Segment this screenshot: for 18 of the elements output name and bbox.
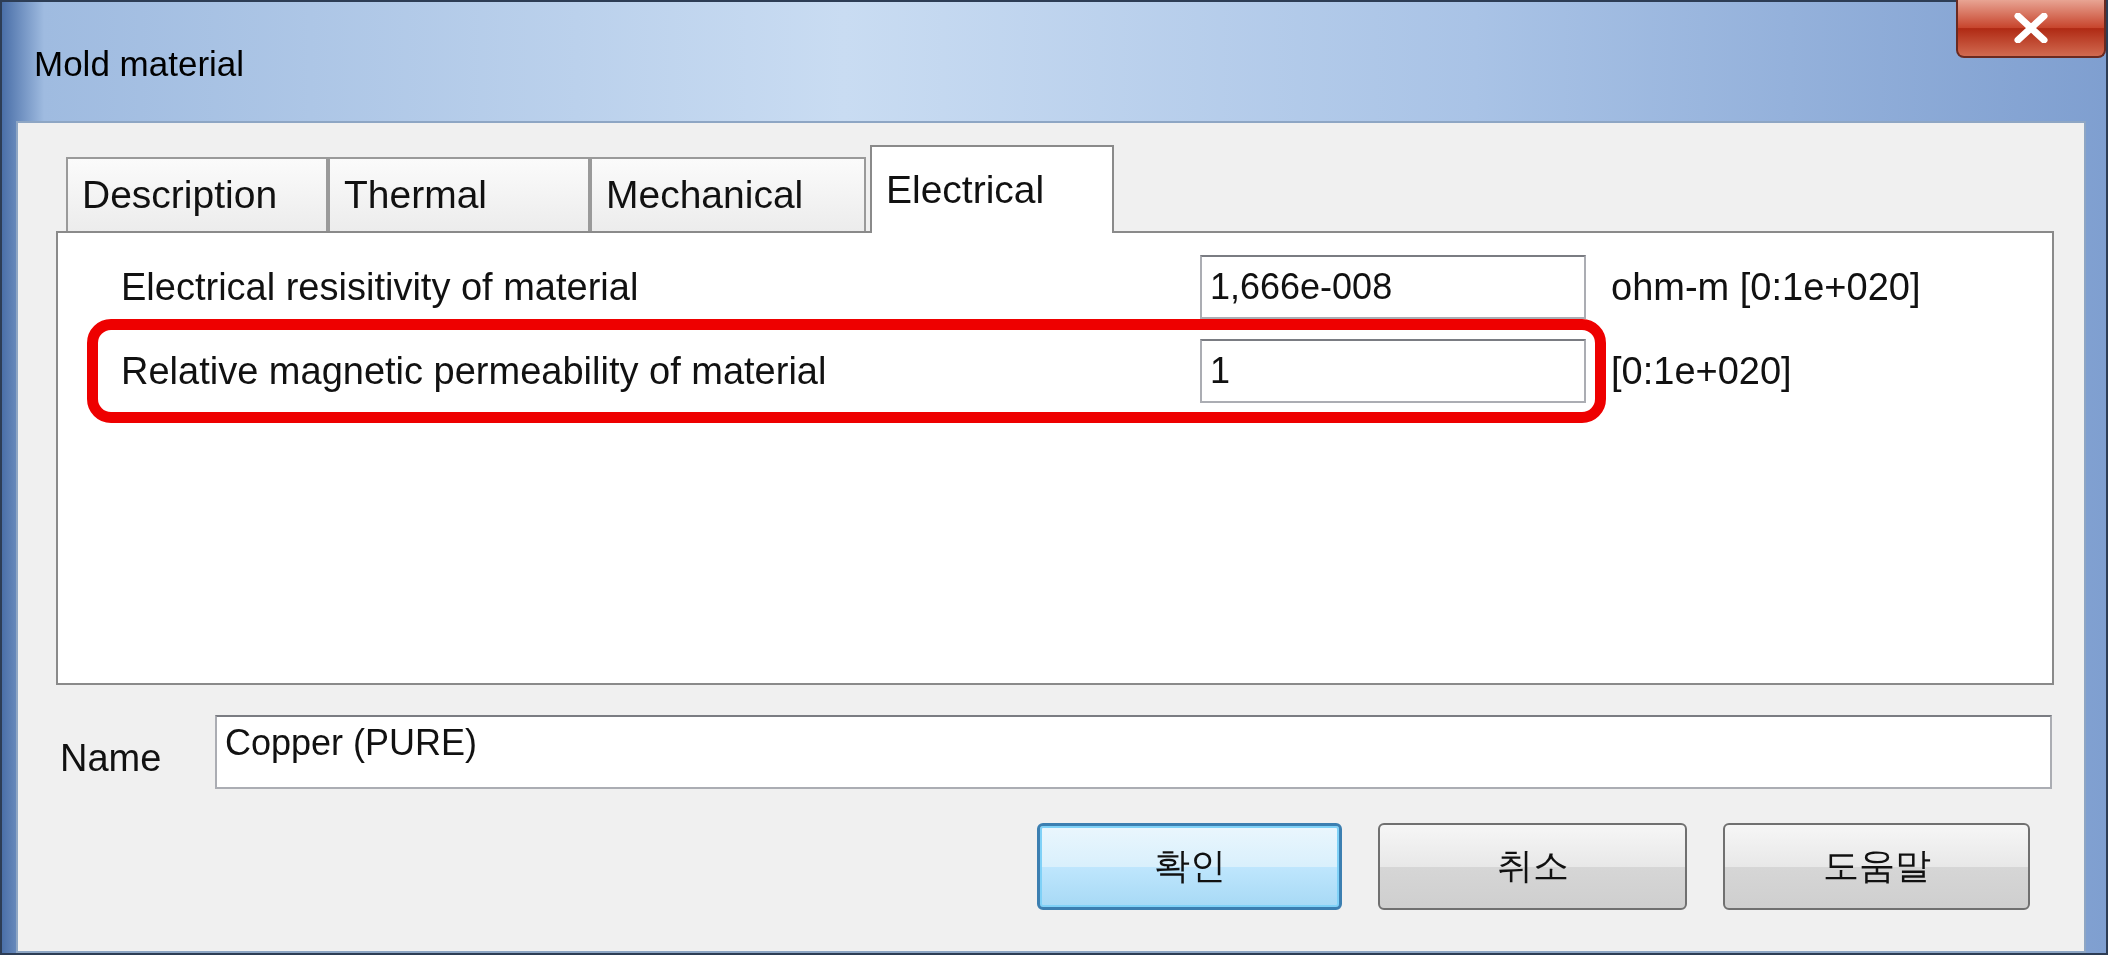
close-button[interactable]: [1956, 0, 2106, 58]
dialog-button[interactable]: 확인: [1037, 823, 1342, 910]
tab[interactable]: Description: [66, 157, 328, 231]
dialog-button[interactable]: 취소: [1378, 823, 1687, 910]
unit-label: ohm-m [0:1e+020]: [1611, 265, 1921, 309]
field-label: Name: [60, 736, 163, 780]
tab[interactable]: Thermal: [328, 157, 590, 231]
window-title: Mold material: [34, 44, 245, 84]
tab[interactable]: Mechanical: [590, 157, 866, 231]
property-label: Electrical resisitivity of material: [121, 265, 640, 309]
unit-label: [0:1e+020]: [1611, 349, 1792, 393]
property-label: Relative magnetic permeability of material: [121, 349, 828, 393]
tab[interactable]: Electrical: [870, 145, 1114, 233]
value-field[interactable]: 1: [1200, 339, 1586, 403]
name-field[interactable]: Copper (PURE): [215, 715, 2052, 789]
close-icon: [2014, 13, 2048, 43]
value-field[interactable]: 1,666e-008: [1200, 255, 1586, 319]
dialog-button[interactable]: 도움말: [1723, 823, 2030, 910]
